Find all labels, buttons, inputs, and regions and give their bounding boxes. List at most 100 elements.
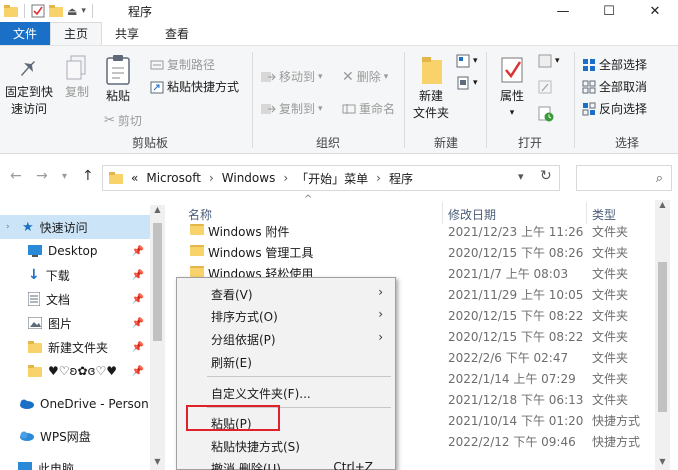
paste-button[interactable]: 粘贴 bbox=[100, 54, 136, 105]
nav-scrollbar[interactable]: ▲ ▼ bbox=[150, 205, 165, 470]
edit-button[interactable] bbox=[538, 80, 552, 94]
address-bar[interactable]: « Microsoft › Windows › 「开始」菜单 › 程序 bbox=[102, 165, 560, 191]
menu-item-refresh[interactable]: 刷新(E) bbox=[177, 350, 395, 372]
menu-item-view[interactable]: 查看(V) › bbox=[177, 282, 395, 304]
new-folder-icon[interactable] bbox=[49, 5, 63, 17]
clipboard-icon bbox=[106, 55, 130, 85]
close-button[interactable]: ✕ bbox=[632, 0, 678, 22]
move-to-label: 移动到 bbox=[279, 70, 316, 84]
nav-item-custom-folder[interactable]: ♥♡ʚ✿ɞ♡♥ 📌 bbox=[0, 359, 150, 383]
select-none-label: 全部取消 bbox=[599, 80, 648, 94]
new-folder-button[interactable]: 新建 文件夹 bbox=[408, 54, 454, 122]
file-name: Windows 附件 bbox=[208, 225, 290, 239]
nav-item-downloads[interactable]: ↓ 下载 📌 bbox=[0, 263, 150, 287]
nav-item-desktop[interactable]: Desktop 📌 bbox=[0, 239, 150, 263]
back-arrow-icon[interactable]: ← bbox=[10, 168, 22, 184]
cut-button[interactable]: ✂ 剪切 bbox=[104, 112, 142, 129]
tab-file[interactable]: 文件 bbox=[0, 22, 50, 45]
address-dropdown-icon[interactable]: ▾ bbox=[518, 170, 524, 183]
easy-access-button[interactable]: ▾ bbox=[456, 76, 478, 90]
file-date: 2021/11/29 上午 10:05 bbox=[448, 288, 584, 302]
expand-chevron-icon[interactable]: › bbox=[6, 222, 16, 232]
breadcrumb-item[interactable]: 「开始」菜单 bbox=[296, 170, 368, 187]
breadcrumb-item[interactable]: Microsoft bbox=[146, 171, 201, 185]
maximize-button[interactable]: ☐ bbox=[586, 0, 632, 22]
recent-dropdown-icon[interactable]: ▾ bbox=[62, 171, 67, 182]
qat-dropdown-icon[interactable]: ▾ bbox=[81, 6, 86, 16]
select-none-button[interactable]: 全部取消 bbox=[582, 78, 647, 95]
nav-quick-access[interactable]: › ★ 快速访问 bbox=[0, 215, 150, 239]
nav-onedrive[interactable]: OneDrive - Person bbox=[0, 392, 150, 416]
cloud-icon bbox=[20, 399, 34, 409]
nav-wps[interactable]: WPS网盘 bbox=[0, 424, 150, 448]
menu-item-undo-delete[interactable]: 撤消 删除(U) Ctrl+Z bbox=[177, 456, 395, 470]
copy-button[interactable]: 复制 bbox=[60, 54, 94, 101]
folder-icon bbox=[28, 365, 42, 377]
menu-label: 粘贴快捷方式(S) bbox=[211, 440, 300, 454]
nav-this-pc[interactable]: 此电脑 bbox=[0, 456, 150, 470]
customize-qat-icon[interactable]: ⏏ bbox=[67, 5, 77, 18]
menu-item-paste-shortcut[interactable]: 粘贴快捷方式(S) bbox=[177, 434, 395, 456]
organize-group-label: 组织 bbox=[315, 136, 340, 150]
tab-view[interactable]: 查看 bbox=[152, 22, 202, 45]
menu-item-customize[interactable]: 自定义文件夹(F)... bbox=[177, 381, 395, 403]
scroll-up-icon[interactable]: ▲ bbox=[655, 200, 670, 209]
breadcrumb-item[interactable]: 程序 bbox=[389, 170, 413, 187]
folder-icon bbox=[109, 172, 123, 184]
table-row[interactable]: Windows 附件 2021/12/23 上午 11:26 文件夹 bbox=[180, 220, 670, 241]
file-list-scrollbar[interactable]: ▲ ▼ bbox=[655, 200, 670, 470]
desktop-icon bbox=[28, 245, 42, 257]
history-button[interactable] bbox=[538, 106, 554, 122]
menu-item-group[interactable]: 分组依据(P) › bbox=[177, 327, 395, 349]
table-row[interactable]: Windows 管理工具 2020/12/15 下午 08:26 文件夹 bbox=[180, 241, 670, 262]
properties-icon[interactable] bbox=[31, 4, 45, 18]
move-to-icon bbox=[261, 71, 276, 82]
overflow-chevron[interactable]: « bbox=[131, 171, 138, 185]
paste-shortcut-button[interactable]: 粘贴快捷方式 bbox=[150, 78, 239, 95]
up-arrow-icon[interactable]: ↑ bbox=[82, 168, 94, 184]
nav-scrollbar-thumb[interactable] bbox=[153, 223, 162, 341]
menu-item-sort[interactable]: 排序方式(O) › bbox=[177, 304, 395, 326]
clipboard-group-label: 剪贴板 bbox=[131, 136, 168, 150]
copy-path-icon bbox=[150, 60, 164, 69]
tab-home[interactable]: 主页 bbox=[50, 22, 103, 45]
file-type: 快捷方式 bbox=[592, 414, 641, 428]
pin-icon: 📌 bbox=[131, 245, 144, 257]
file-name: Windows 管理工具 bbox=[208, 246, 314, 260]
copy-path-button[interactable]: 复制路径 bbox=[150, 56, 215, 73]
refresh-icon[interactable]: ↻ bbox=[540, 168, 552, 184]
scroll-down-icon[interactable]: ▼ bbox=[150, 457, 165, 466]
open-button[interactable]: ▾ bbox=[538, 54, 560, 68]
pin-quick-access-button[interactable]: 固定到快 速访问 bbox=[4, 54, 54, 118]
tab-share[interactable]: 共享 bbox=[102, 22, 152, 45]
copy-to-button[interactable]: 复制到 ▾ bbox=[260, 100, 323, 117]
select-all-button[interactable]: 全部选择 bbox=[582, 56, 647, 73]
new-item-button[interactable]: ▾ bbox=[456, 54, 478, 68]
properties-button[interactable]: 属性 ▾ bbox=[492, 54, 532, 122]
invert-selection-button[interactable]: 反向选择 bbox=[582, 100, 647, 117]
file-type: 文件夹 bbox=[592, 372, 629, 386]
select-all-icon bbox=[583, 58, 595, 71]
search-box[interactable]: ⌕ bbox=[576, 165, 672, 191]
forward-arrow-icon[interactable]: → bbox=[36, 168, 48, 184]
minimize-button[interactable]: — bbox=[540, 0, 586, 22]
scroll-up-icon[interactable]: ▲ bbox=[150, 205, 165, 214]
nav-item-new-folder[interactable]: 新建文件夹 📌 bbox=[0, 335, 150, 359]
scissors-icon: ✂ bbox=[104, 113, 115, 128]
title-bar: ⏏ ▾ 程序 — ☐ ✕ bbox=[0, 0, 678, 22]
nav-item-documents[interactable]: 文档 📌 bbox=[0, 287, 150, 311]
properties-label: 属性 bbox=[499, 89, 524, 103]
breadcrumb-item[interactable]: Windows bbox=[222, 171, 276, 185]
scroll-down-icon[interactable]: ▼ bbox=[655, 457, 670, 466]
delete-button[interactable]: ✕ 删除 ▾ bbox=[342, 68, 388, 85]
menu-label: 自定义文件夹(F)... bbox=[211, 387, 311, 401]
rename-button[interactable]: 重命名 bbox=[342, 100, 395, 117]
move-to-button[interactable]: 移动到 ▾ bbox=[260, 68, 323, 85]
file-scrollbar-thumb[interactable] bbox=[658, 262, 667, 412]
nav-item-pictures[interactable]: 图片 📌 bbox=[0, 311, 150, 335]
delete-label: 删除 bbox=[356, 70, 381, 84]
organize-group: 移动到 ▾ 复制到 ▾ ✕ 删除 ▾ 重命名 组织 bbox=[254, 46, 402, 154]
window-title: 程序 bbox=[128, 5, 153, 19]
delete-icon: ✕ bbox=[342, 68, 354, 85]
sort-ascending-icon: ^ bbox=[304, 194, 313, 205]
